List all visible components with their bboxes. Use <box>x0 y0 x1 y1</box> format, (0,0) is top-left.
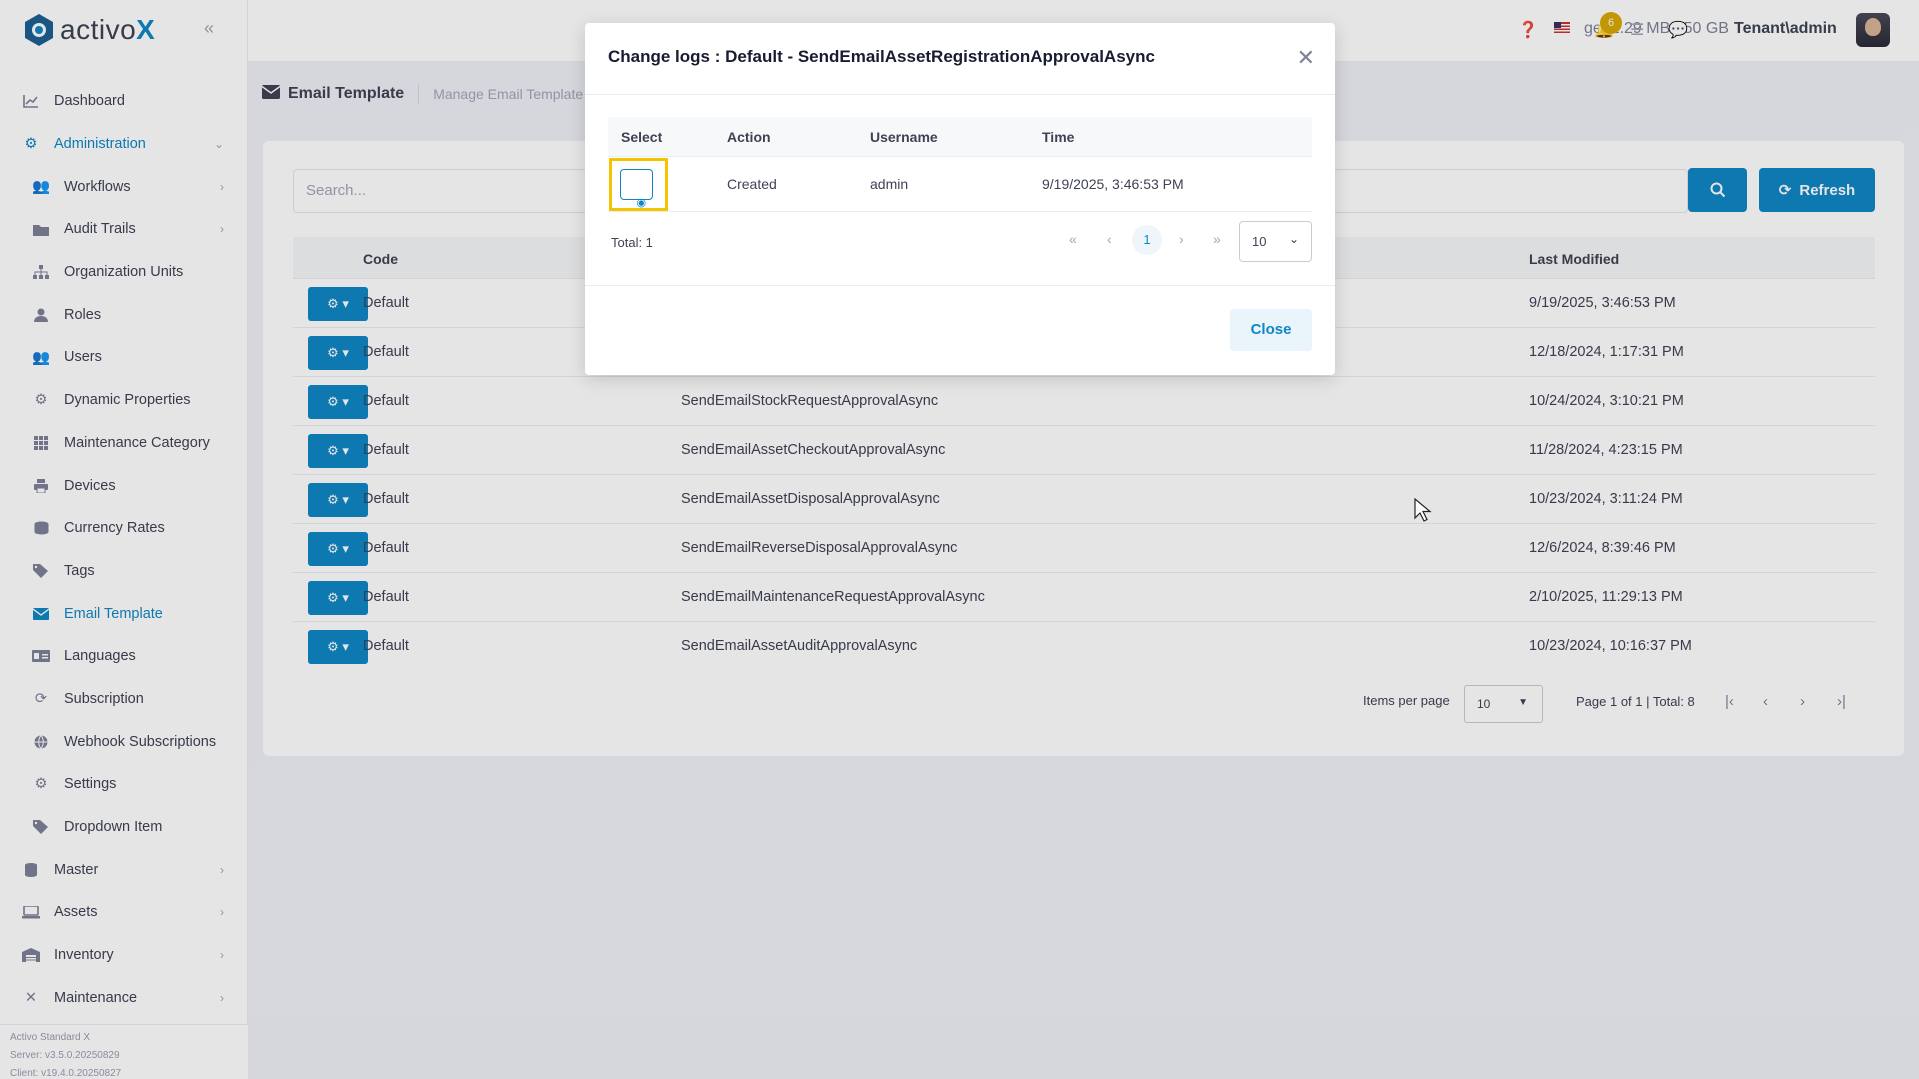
modal-header: Change logs : Default - SendEmailAssetRe… <box>585 23 1335 95</box>
divider <box>585 285 1335 286</box>
log-action: Created <box>727 176 777 192</box>
column-username: Username <box>870 129 938 145</box>
log-table-header: Select Action Username Time <box>608 117 1312 157</box>
log-total: Total: 1 <box>611 235 653 250</box>
prev-page-icon[interactable]: ‹ <box>1107 231 1112 247</box>
log-time: 9/19/2025, 3:46:53 PM <box>1042 176 1184 192</box>
page-size-select[interactable]: 10 ⌄ <box>1239 221 1312 262</box>
close-button[interactable]: Close <box>1230 309 1312 351</box>
column-action: Action <box>727 129 771 145</box>
log-row: ◉ Created admin 9/19/2025, 3:46:53 PM <box>608 157 1312 212</box>
eye-icon: ◉ <box>636 197 647 209</box>
current-page[interactable]: 1 <box>1132 225 1162 255</box>
chevron-down-icon: ⌄ <box>1288 232 1299 246</box>
page-size-value: 10 <box>1252 234 1267 249</box>
close-icon[interactable]: ✕ <box>1297 45 1315 71</box>
change-logs-modal: Change logs : Default - SendEmailAssetRe… <box>585 23 1335 375</box>
view-log-button[interactable]: ◉ <box>620 169 653 209</box>
log-username: admin <box>870 176 909 192</box>
mouse-cursor-icon <box>1414 498 1432 522</box>
next-page-icon[interactable]: › <box>1179 231 1184 247</box>
modal-title: Change logs : Default - SendEmailAssetRe… <box>608 47 1155 66</box>
first-page-icon[interactable]: « <box>1069 231 1077 247</box>
column-select: Select <box>621 129 663 145</box>
last-page-icon[interactable]: » <box>1213 231 1221 247</box>
column-time: Time <box>1042 129 1075 145</box>
